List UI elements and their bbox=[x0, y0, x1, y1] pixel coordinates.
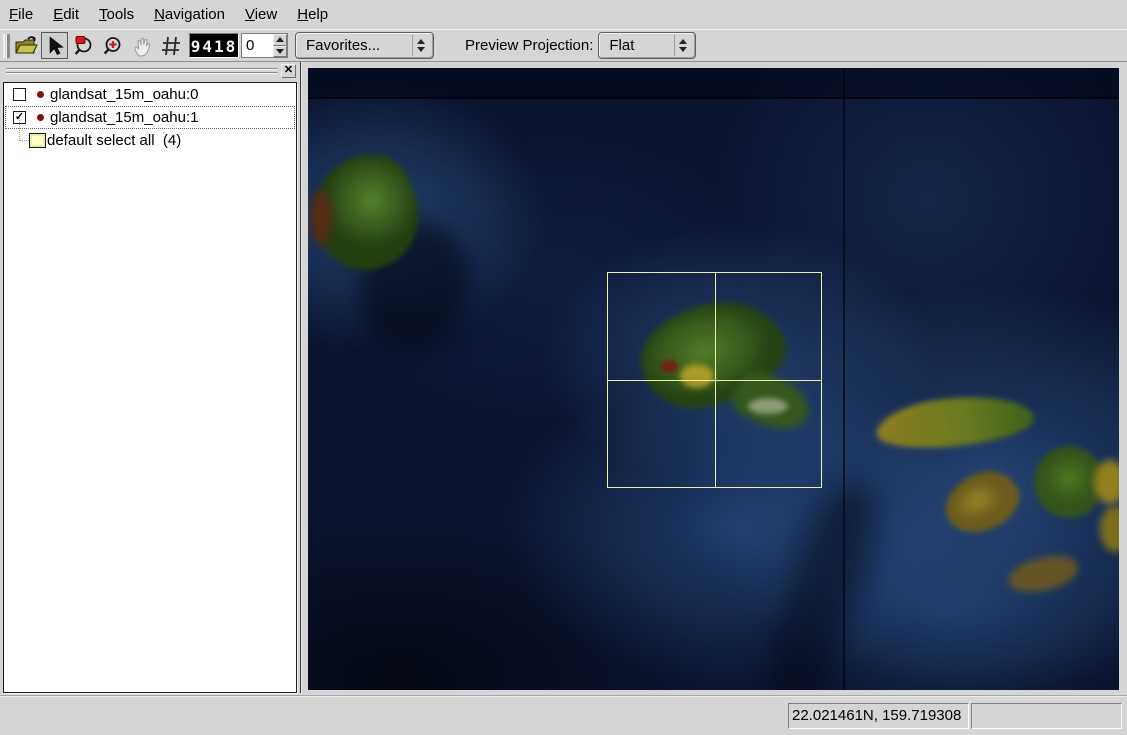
hand-icon bbox=[131, 35, 153, 57]
island-edge-blob-2 bbox=[1100, 506, 1119, 552]
projection-dropdown-value: Flat bbox=[609, 37, 672, 54]
layer-list-panel: glandsat_15m_oahu:0 ✓ glandsat_15m_oahu:… bbox=[3, 82, 297, 693]
favorites-dropdown[interactable]: Favorites... bbox=[295, 32, 434, 59]
toolbar-grip-handle[interactable] bbox=[3, 34, 10, 58]
layer-row-oahu-1[interactable]: ✓ glandsat_15m_oahu:1 bbox=[5, 106, 295, 129]
map-latitude-band bbox=[308, 68, 1119, 99]
menu-file[interactable]: File bbox=[2, 2, 40, 27]
open-file-button[interactable] bbox=[12, 32, 39, 59]
menu-edit[interactable]: Edit bbox=[46, 2, 86, 27]
status-extra-field bbox=[971, 703, 1122, 729]
island-edge-blob-1 bbox=[1094, 460, 1119, 504]
grid-cell[interactable] bbox=[715, 273, 822, 380]
magnifier-plus-icon bbox=[101, 34, 125, 58]
layer-panel-header: ✕ bbox=[2, 64, 298, 81]
layer-bullet-icon bbox=[37, 114, 44, 121]
layer-spinbox[interactable]: 0 bbox=[241, 33, 288, 58]
island-kahoolawe bbox=[1005, 551, 1080, 597]
island-kauai-canyon bbox=[310, 190, 332, 246]
color-swatch[interactable] bbox=[29, 133, 46, 148]
toolbar-grip-line bbox=[6, 34, 8, 58]
grip-line bbox=[6, 72, 278, 74]
spinbox-down-button[interactable] bbox=[273, 46, 287, 58]
grip-line bbox=[6, 68, 278, 70]
grid-cell[interactable] bbox=[715, 380, 822, 487]
menu-view[interactable]: View bbox=[238, 2, 284, 27]
layer-label: glandsat_15m_oahu:0 bbox=[50, 86, 198, 103]
layer-label: glandsat_15m_oahu:1 bbox=[50, 109, 198, 126]
menu-help[interactable]: Help bbox=[290, 2, 335, 27]
layer-row-oahu-0[interactable]: glandsat_15m_oahu:0 bbox=[5, 83, 295, 106]
spinbox-up-button[interactable] bbox=[273, 34, 287, 46]
island-west-maui bbox=[936, 461, 1028, 543]
layer-row-default-select-all[interactable]: default select all (4) bbox=[5, 129, 295, 152]
triangle-down-icon bbox=[679, 47, 687, 52]
layer-checkbox[interactable] bbox=[13, 88, 26, 101]
grid-cell[interactable] bbox=[608, 273, 715, 380]
app-window: File Edit Tools Navigation View Help bbox=[0, 0, 1127, 735]
coordinate-readout: 22.021461N, 159.719308 bbox=[788, 703, 969, 729]
triangle-up-icon bbox=[679, 39, 687, 44]
dropdown-arrows-icon bbox=[412, 35, 429, 56]
pan-tool-button[interactable] bbox=[128, 32, 155, 59]
spinbox-arrows bbox=[273, 34, 287, 57]
triangle-up-icon bbox=[276, 37, 284, 42]
dropdown-arrows-icon bbox=[674, 35, 691, 56]
layer-bullet-icon bbox=[37, 91, 44, 98]
preview-projection-label: Preview Projection: bbox=[465, 37, 593, 54]
zoom-region-tool-button[interactable] bbox=[70, 32, 97, 59]
island-molokai bbox=[874, 390, 1036, 454]
magnifier-flag-icon bbox=[72, 34, 96, 58]
zoom-in-tool-button[interactable] bbox=[99, 32, 126, 59]
menu-bar: File Edit Tools Navigation View Help bbox=[0, 0, 1127, 29]
favorites-dropdown-label: Favorites... bbox=[306, 37, 410, 54]
ocean-dark-streak bbox=[754, 473, 892, 690]
menu-navigation[interactable]: Navigation bbox=[147, 2, 232, 27]
grid-hash-icon bbox=[159, 34, 183, 58]
triangle-down-icon bbox=[417, 47, 425, 52]
grid-tool-button[interactable] bbox=[157, 32, 184, 59]
menu-tools[interactable]: Tools bbox=[92, 2, 141, 27]
layer-label: default select all (4) bbox=[47, 132, 181, 149]
grid-cell[interactable] bbox=[608, 380, 715, 487]
scale-lcd-display: 9418 bbox=[189, 33, 239, 58]
panel-map-divider[interactable] bbox=[300, 62, 302, 693]
cursor-arrow-icon bbox=[45, 35, 65, 57]
tile-selection-grid[interactable] bbox=[607, 272, 822, 488]
panel-close-button[interactable]: ✕ bbox=[281, 64, 296, 78]
triangle-down-icon bbox=[276, 49, 284, 54]
select-tool-button[interactable] bbox=[41, 32, 68, 59]
toolbar: 9418 0 Favorites... Preview Projection: … bbox=[0, 29, 1127, 62]
projection-dropdown[interactable]: Flat bbox=[598, 32, 696, 59]
map-viewport[interactable] bbox=[308, 68, 1119, 690]
tree-branch-icon bbox=[19, 118, 29, 141]
triangle-up-icon bbox=[417, 39, 425, 44]
spinbox-value[interactable]: 0 bbox=[242, 34, 273, 57]
panel-grip-handle[interactable] bbox=[6, 68, 278, 76]
folder-open-icon bbox=[14, 35, 38, 57]
status-bar: 22.021461N, 159.719308 bbox=[0, 695, 1127, 735]
